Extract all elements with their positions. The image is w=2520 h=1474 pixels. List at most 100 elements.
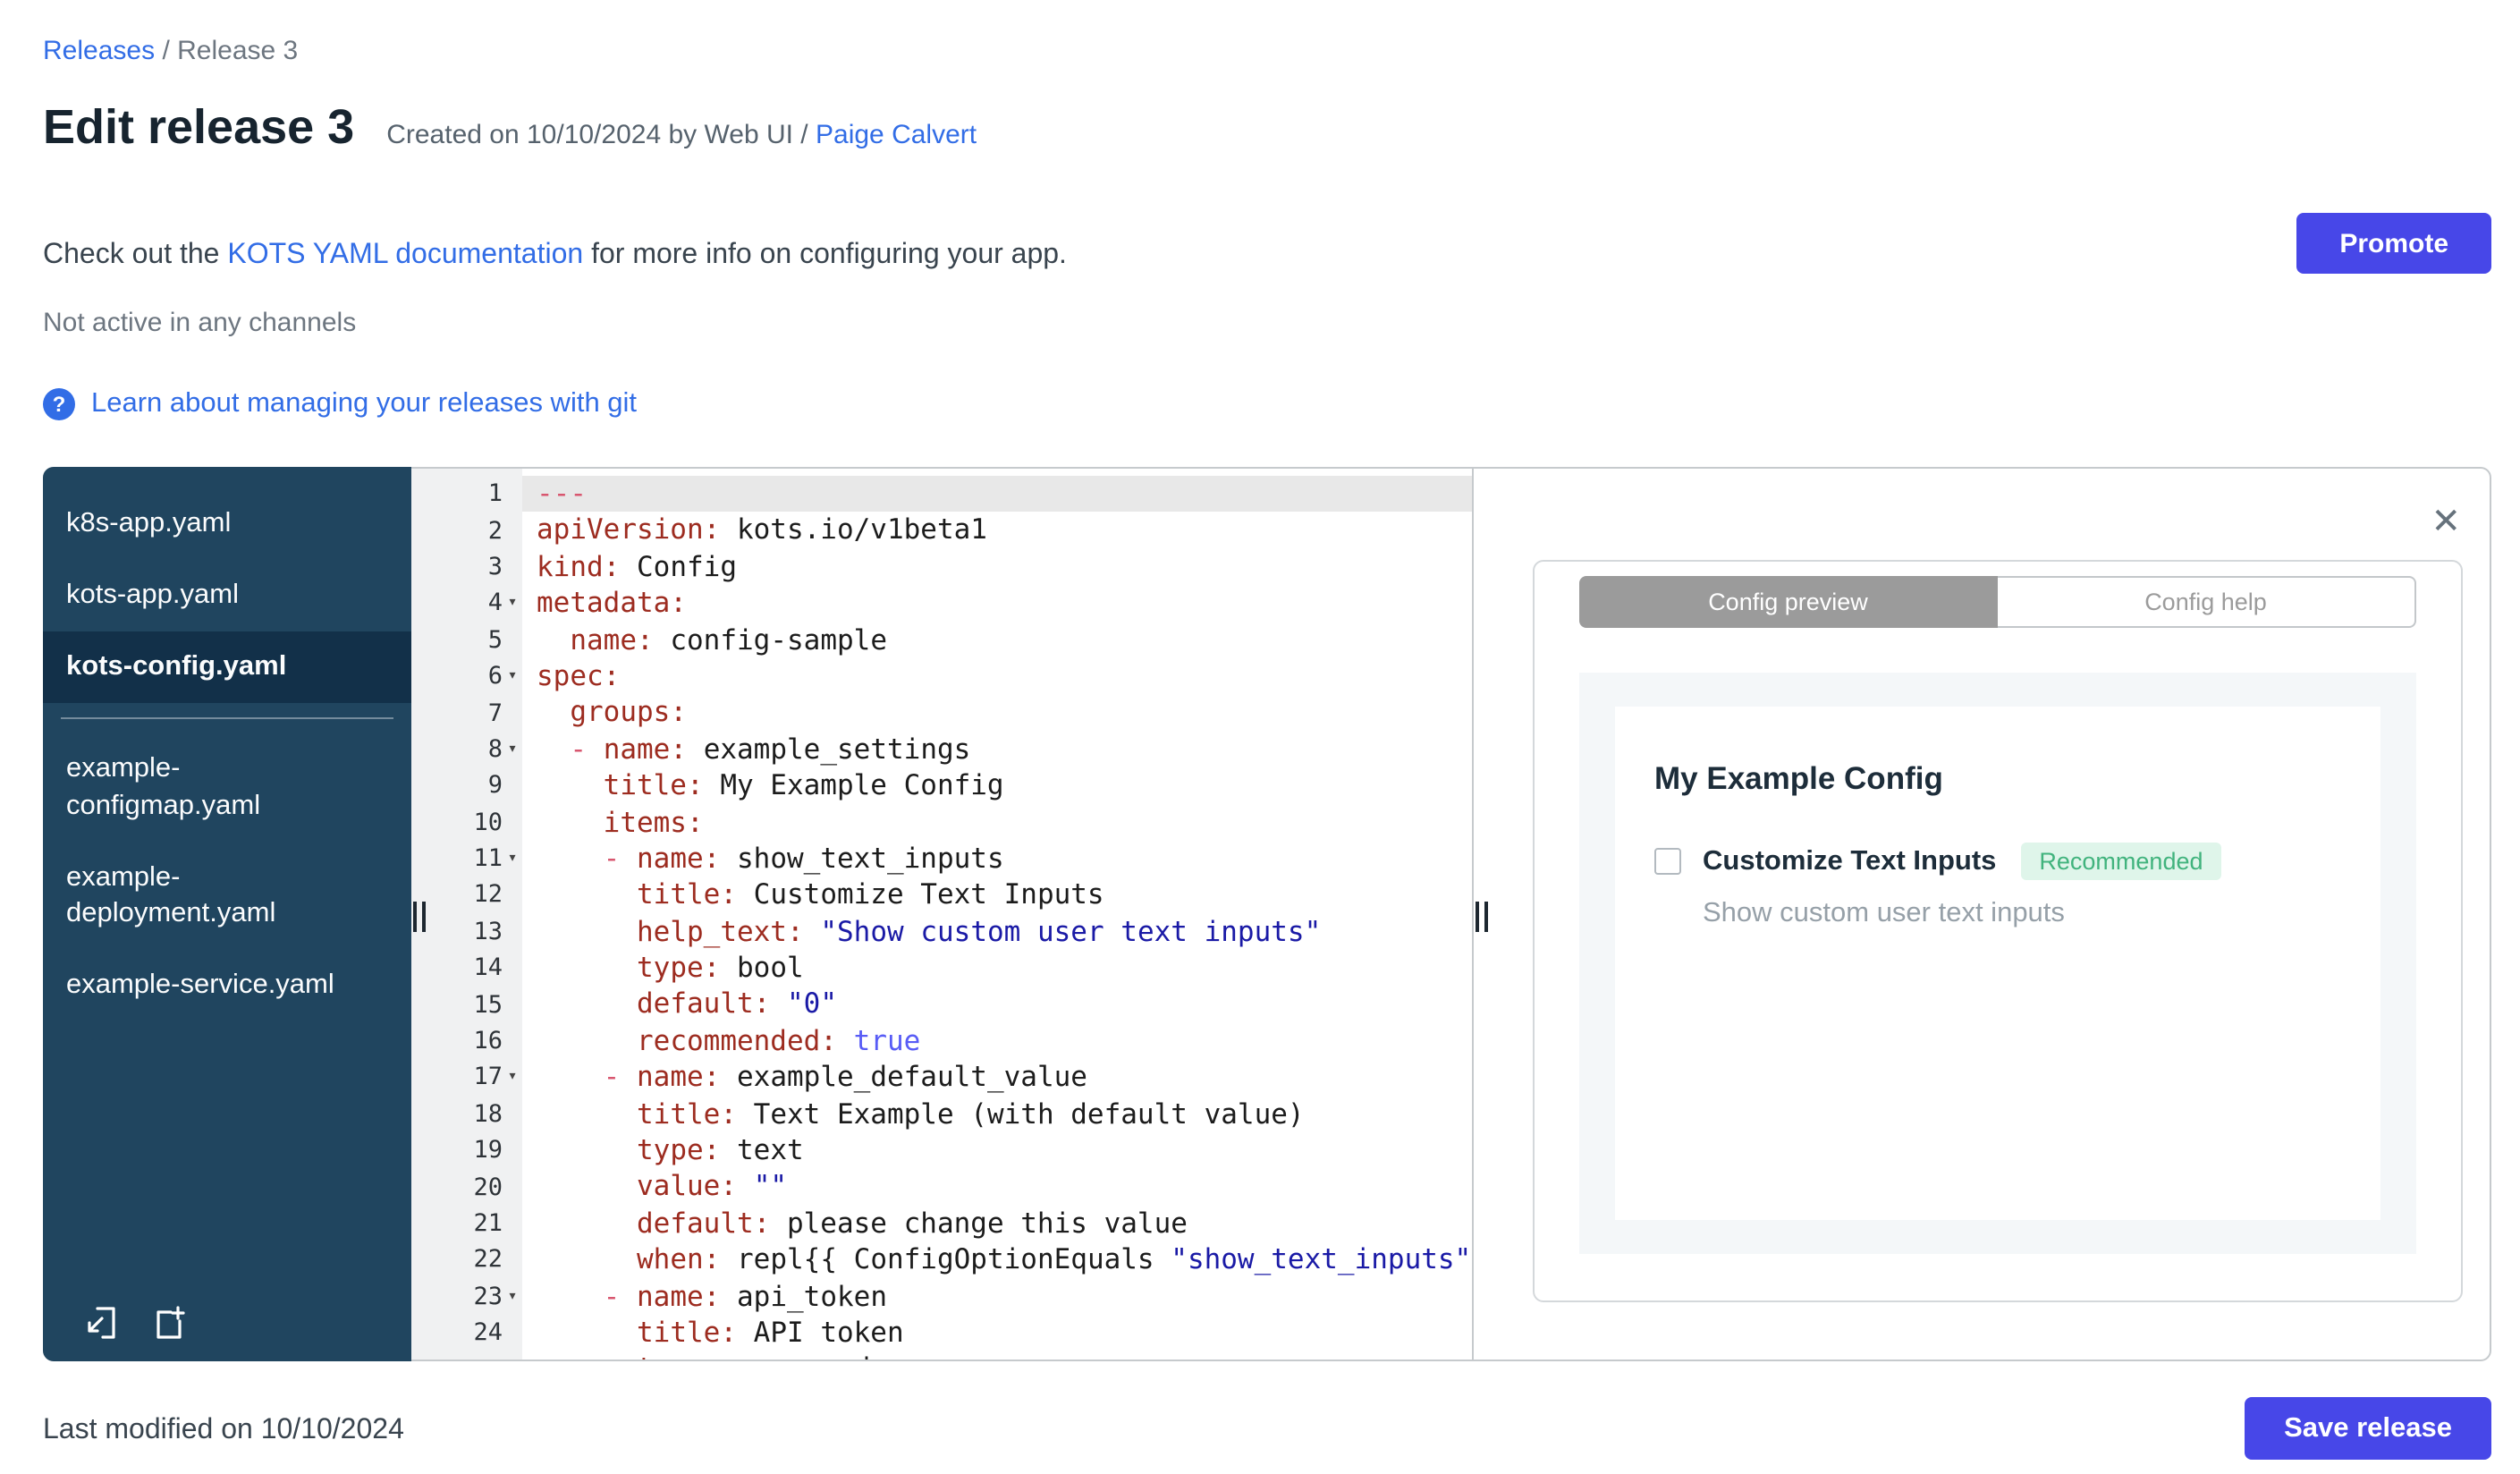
file-tree-actions — [82, 1304, 190, 1343]
save-release-button[interactable]: Save release — [2245, 1397, 2491, 1460]
code-line-2[interactable]: apiVersion: kots.io/v1beta1 — [522, 513, 1472, 549]
fold-arrow-icon[interactable]: ▾ — [503, 667, 522, 685]
gutter-line-23[interactable]: 23 ▾ — [411, 1278, 522, 1315]
code-line-5[interactable]: name: config-sample — [522, 622, 1472, 658]
git-releases-link[interactable]: Learn about managing your releases with … — [91, 388, 637, 420]
editor-line: 9 title: My Example Config — [411, 767, 1472, 804]
gutter-line-18[interactable]: 18 — [411, 1096, 522, 1132]
config-option-row: Customize Text Inputs Recommended — [1654, 843, 2341, 880]
code-line-7[interactable]: groups: — [522, 695, 1472, 732]
new-file-icon[interactable] — [150, 1304, 190, 1343]
file-tree-item-kots-config.yaml[interactable]: kots-config.yaml — [43, 631, 411, 704]
author-link[interactable]: Paige Calvert — [816, 120, 977, 150]
gutter-line-3[interactable]: 3 — [411, 549, 522, 586]
gutter-line-4[interactable]: 4 ▾ — [411, 585, 522, 622]
code-line-1[interactable]: --- — [522, 476, 1472, 513]
fold-arrow-icon[interactable]: ▾ — [503, 1288, 522, 1306]
breadcrumb-separator: / — [162, 36, 170, 66]
editor-line: 15 default: "0" — [411, 987, 1472, 1023]
code-line-18[interactable]: title: Text Example (with default value) — [522, 1096, 1472, 1132]
editor-line: 14 type: bool — [411, 950, 1472, 987]
fold-arrow-icon[interactable]: ▾ — [503, 1069, 522, 1087]
code-line-20[interactable]: value: "" — [522, 1169, 1472, 1206]
fold-arrow-icon[interactable]: ▾ — [503, 741, 522, 758]
file-tree-divider — [61, 717, 393, 720]
edit-release-page: Releases / Release 3 Edit release 3 Crea… — [0, 0, 2520, 1474]
import-file-icon[interactable] — [82, 1304, 122, 1343]
file-tree-item-example-service.yaml[interactable]: example-service.yaml — [43, 950, 411, 1021]
code-line-16[interactable]: recommended: true — [522, 1023, 1472, 1060]
gutter-line-13[interactable]: 13 — [411, 913, 522, 950]
code-line-3[interactable]: kind: Config — [522, 549, 1472, 586]
editor-line: 11 ▾ - name: show_text_inputs — [411, 841, 1472, 877]
code-line-21[interactable]: default: please change this value — [522, 1206, 1472, 1242]
breadcrumb-releases-link[interactable]: Releases — [43, 36, 155, 66]
gutter-line-25[interactable]: 25 — [411, 1351, 522, 1360]
code-line-10[interactable]: items: — [522, 804, 1472, 841]
gutter-line-22[interactable]: 22 — [411, 1241, 522, 1278]
editor-line: 20 value: "" — [411, 1169, 1472, 1206]
editor-line: 1 --- — [411, 476, 1472, 513]
code-line-24[interactable]: title: API token — [522, 1315, 1472, 1351]
code-line-12[interactable]: title: Customize Text Inputs — [522, 877, 1472, 914]
gutter-line-8[interactable]: 8 ▾ — [411, 731, 522, 767]
code-line-4[interactable]: metadata: — [522, 585, 1472, 622]
gutter-line-5[interactable]: 5 — [411, 622, 522, 658]
gutter-line-16[interactable]: 16 — [411, 1023, 522, 1060]
editor-line: 16 recommended: true — [411, 1023, 1472, 1060]
fold-arrow-icon[interactable]: ▾ — [503, 595, 522, 613]
code-line-11[interactable]: - name: show_text_inputs — [522, 841, 1472, 877]
fold-arrow-icon[interactable]: ▾ — [503, 850, 522, 868]
gutter-line-14[interactable]: 14 — [411, 950, 522, 987]
code-line-9[interactable]: title: My Example Config — [522, 767, 1472, 804]
code-line-15[interactable]: default: "0" — [522, 987, 1472, 1023]
gutter-line-7[interactable]: 7 — [411, 695, 522, 732]
gutter-line-2[interactable]: 2 — [411, 513, 522, 549]
editor-line: 12 title: Customize Text Inputs — [411, 877, 1472, 914]
resize-handle-right[interactable] — [1476, 902, 1488, 932]
code-line-13[interactable]: help_text: "Show custom user text inputs… — [522, 913, 1472, 950]
gutter-line-1[interactable]: 1 — [411, 476, 522, 513]
code-line-25[interactable]: type: password — [522, 1351, 1472, 1360]
code-line-17[interactable]: - name: example_default_value — [522, 1060, 1472, 1097]
code-editor: 1 --- 2 apiVersion: kots.io/v1beta1 3 kind: C… — [411, 469, 1474, 1360]
recommended-badge: Recommended — [2021, 843, 2221, 880]
preview-tabs: Config preview Config help — [1579, 576, 2416, 628]
file-tree-item-example-deployment.yaml[interactable]: example-deployment.yaml — [43, 842, 411, 950]
editor-line: 7 groups: — [411, 695, 1472, 732]
code-line-8[interactable]: - name: example_settings — [522, 731, 1472, 767]
tab-config-help[interactable]: Config help — [1997, 576, 2416, 628]
gutter-line-10[interactable]: 10 — [411, 804, 522, 841]
promote-button[interactable]: Promote — [2296, 213, 2491, 274]
code-line-22[interactable]: when: repl{{ ConfigOptionEquals "show_te… — [522, 1241, 1472, 1278]
gutter-line-15[interactable]: 15 — [411, 987, 522, 1023]
code-line-23[interactable]: - name: api_token — [522, 1278, 1472, 1315]
gutter-line-21[interactable]: 21 — [411, 1206, 522, 1242]
tab-config-preview[interactable]: Config preview — [1579, 576, 1997, 628]
gutter-line-17[interactable]: 17 ▾ — [411, 1060, 522, 1097]
file-tree-item-kots-app.yaml[interactable]: kots-app.yaml — [43, 560, 411, 631]
resize-handle-left[interactable] — [413, 902, 426, 932]
gutter-line-6[interactable]: 6 ▾ — [411, 658, 522, 695]
gutter-line-24[interactable]: 24 — [411, 1315, 522, 1351]
code-line-6[interactable]: spec: — [522, 658, 1472, 695]
close-icon[interactable]: ✕ — [2431, 504, 2461, 540]
editor-line: 4 ▾ metadata: — [411, 585, 1472, 622]
gutter-line-12[interactable]: 12 — [411, 877, 522, 914]
file-tree-item-example-configmap.yaml[interactable]: example-configmap.yaml — [43, 734, 411, 843]
gutter-line-20[interactable]: 20 — [411, 1169, 522, 1206]
doc-suffix: for more info on configuring your app. — [583, 240, 1067, 270]
config-option-checkbox[interactable] — [1654, 848, 1681, 875]
editor-line: 18 title: Text Example (with default val… — [411, 1096, 1472, 1132]
file-tree: k8s-app.yaml kots-app.yaml kots-config.yam… — [43, 467, 411, 1361]
kots-doc-link[interactable]: KOTS YAML documentation — [227, 240, 583, 270]
code-line-19[interactable]: type: text — [522, 1132, 1472, 1169]
gutter-line-19[interactable]: 19 — [411, 1132, 522, 1169]
page-title: Edit release 3 — [43, 100, 355, 154]
file-tree-item-k8s-app.yaml[interactable]: k8s-app.yaml — [43, 488, 411, 560]
gutter-line-9[interactable]: 9 — [411, 767, 522, 804]
code-line-14[interactable]: type: bool — [522, 950, 1472, 987]
config-option-label: Customize Text Inputs — [1703, 845, 1997, 876]
breadcrumb-current: Release 3 — [177, 36, 299, 66]
gutter-line-11[interactable]: 11 ▾ — [411, 841, 522, 877]
